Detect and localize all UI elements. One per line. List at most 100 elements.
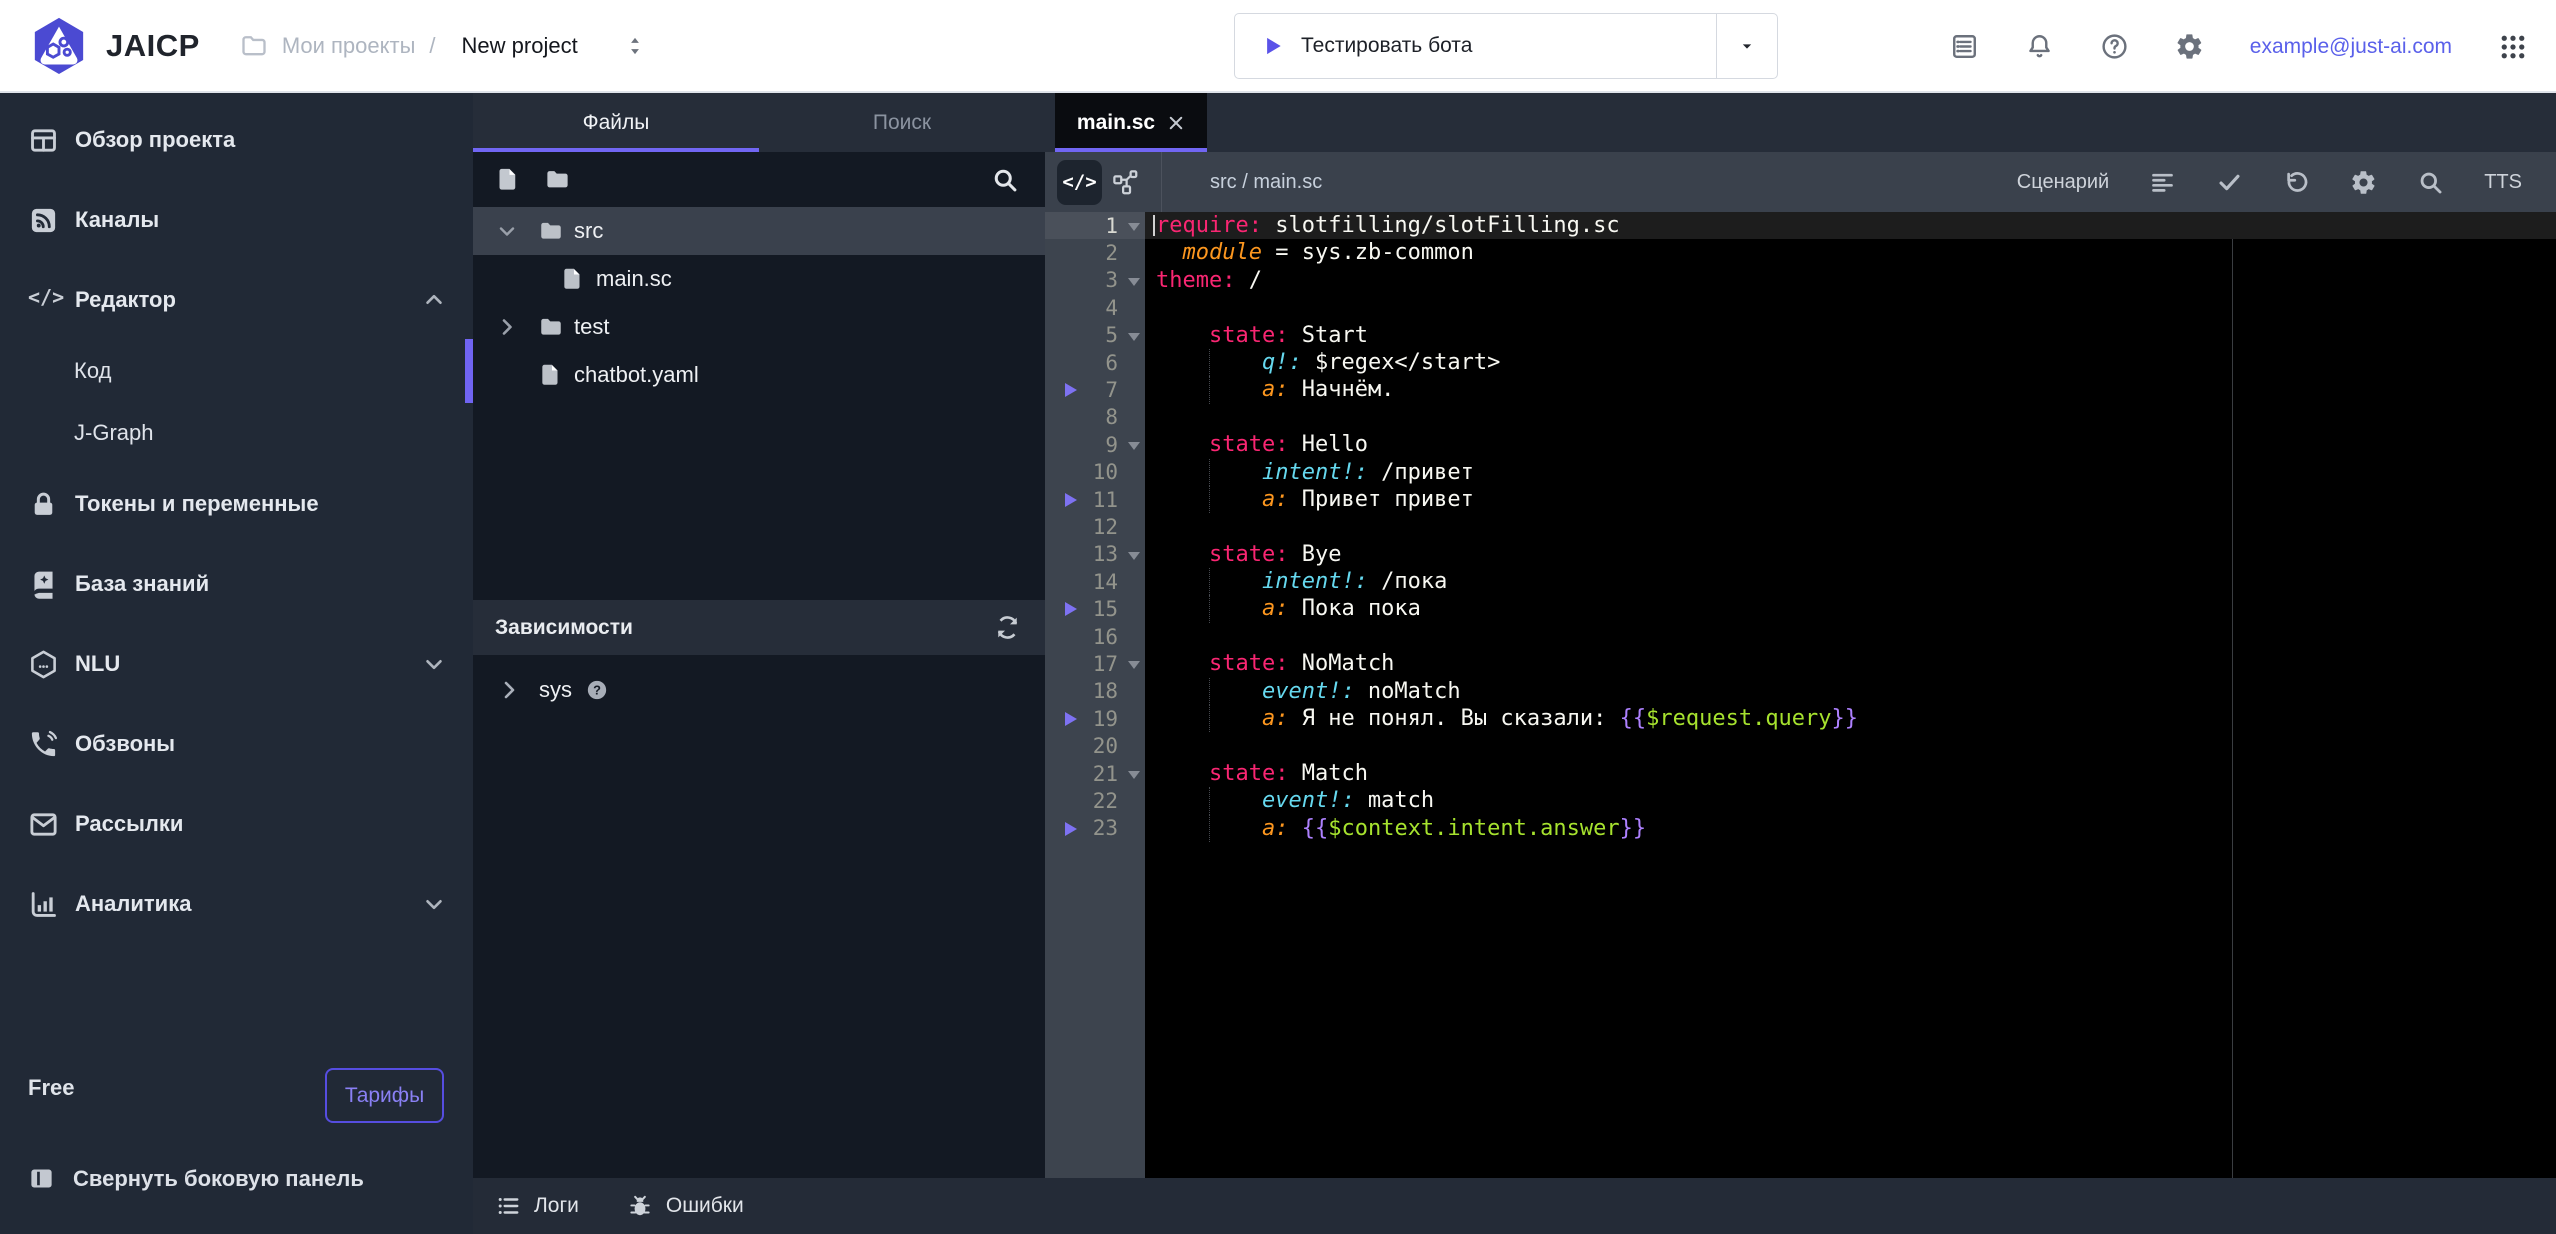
question-badge-icon[interactable]: ? <box>586 679 608 701</box>
chevron-right-icon[interactable] <box>497 678 521 702</box>
apps-grid-icon[interactable] <box>2498 32 2528 62</box>
code-view-button[interactable]: </> <box>1057 160 1102 205</box>
collapse-sidebar-button[interactable]: Свернуть боковую панель <box>28 1165 364 1192</box>
code-line-2[interactable]: module = sys.zb-common <box>1145 239 2556 266</box>
new-folder-icon[interactable] <box>544 166 571 193</box>
code-column[interactable]: require: slotfilling/slotFilling.sc modu… <box>1145 212 2556 1178</box>
bug-icon <box>627 1193 653 1219</box>
gutter-line-8: 8 <box>1045 404 1145 431</box>
fold-arrow-icon[interactable] <box>1128 278 1140 286</box>
editor-tab-main-sc[interactable]: main.sc <box>1055 93 1207 152</box>
sidebar-item-channels[interactable]: Каналы <box>0 180 473 260</box>
code-line-15[interactable]: a: Пока пока <box>1145 595 2556 622</box>
tab-search[interactable]: Поиск <box>759 93 1045 152</box>
test-bot-button[interactable]: Тестировать бота <box>1234 13 1778 79</box>
gear-icon[interactable] <box>2175 32 2204 61</box>
account-email[interactable]: example@just-ai.com <box>2250 35 2452 59</box>
bell-icon[interactable] <box>2025 32 2054 61</box>
code-line-17[interactable]: state: NoMatch <box>1145 650 2556 677</box>
folder-icon <box>538 218 564 244</box>
code-line-8[interactable] <box>1145 404 2556 431</box>
logs-button[interactable]: Логи <box>495 1193 579 1219</box>
code-line-1[interactable]: require: slotfilling/slotFilling.sc <box>1145 212 2556 239</box>
project-name[interactable]: New project <box>462 33 578 59</box>
jgraph-view-button[interactable] <box>1102 160 1147 205</box>
sidebar-item-analytics[interactable]: Аналитика <box>0 864 473 944</box>
tree-folder-test[interactable]: test <box>473 303 1045 351</box>
fold-arrow-icon[interactable] <box>1128 771 1140 779</box>
tariffs-button[interactable]: Тарифы <box>325 1068 444 1123</box>
code-line-9[interactable]: state: Hello <box>1145 431 2556 458</box>
code-line-10[interactable]: intent!: /привет <box>1145 459 2556 486</box>
chevron-up-icon <box>421 287 447 313</box>
sidebar-item-nlu[interactable]: NLU <box>0 624 473 704</box>
code-line-12[interactable] <box>1145 513 2556 540</box>
code-line-20[interactable] <box>1145 732 2556 759</box>
sidebar-item-calls[interactable]: Обзвоны <box>0 704 473 784</box>
tree-folder-src[interactable]: src <box>473 207 1045 255</box>
fold-arrow-icon[interactable] <box>1128 333 1140 341</box>
debug-marker-icon[interactable] <box>1065 822 1077 836</box>
line-number: 13 <box>1093 542 1118 566</box>
debug-marker-icon[interactable] <box>1065 712 1077 726</box>
dependency-sys[interactable]: sys ? <box>473 663 1045 717</box>
sidebar-item-code[interactable]: Код <box>0 340 473 402</box>
fold-arrow-icon[interactable] <box>1128 223 1140 231</box>
tts-button[interactable]: TTS <box>2484 171 2522 194</box>
format-icon[interactable] <box>2149 169 2176 196</box>
editor-settings-icon[interactable] <box>2350 169 2377 196</box>
dependency-label: sys <box>539 677 572 703</box>
tab-files[interactable]: Файлы <box>473 93 759 152</box>
fold-arrow-icon[interactable] <box>1128 661 1140 669</box>
brand-name: JAICP <box>106 28 200 64</box>
code-line-21[interactable]: state: Match <box>1145 760 2556 787</box>
code-line-13[interactable]: state: Bye <box>1145 541 2556 568</box>
errors-button[interactable]: Ошибки <box>627 1193 744 1219</box>
code-line-16[interactable] <box>1145 623 2556 650</box>
code-line-19[interactable]: a: Я не понял. Вы сказали: {{$request.qu… <box>1145 705 2556 732</box>
code-line-23[interactable]: a: {{$context.intent.answer}} <box>1145 815 2556 842</box>
debug-marker-icon[interactable] <box>1065 493 1077 507</box>
code-line-5[interactable]: state: Start <box>1145 322 2556 349</box>
sidebar-item-mailings[interactable]: Рассылки <box>0 784 473 864</box>
code-line-3[interactable]: theme: / <box>1145 267 2556 294</box>
code-line-14[interactable]: intent!: /пока <box>1145 568 2556 595</box>
code-line-7[interactable]: a: Начнём. <box>1145 376 2556 403</box>
validate-check-icon[interactable] <box>2216 169 2243 196</box>
breadcrumb-projects[interactable]: Мои проекты <box>282 33 416 59</box>
code-line-18[interactable]: event!: noMatch <box>1145 678 2556 705</box>
sync-icon[interactable] <box>994 614 1021 641</box>
fold-arrow-icon[interactable] <box>1128 552 1140 560</box>
code-line-22[interactable]: event!: match <box>1145 787 2556 814</box>
toolbar-divider <box>1161 152 1162 212</box>
book-icon <box>28 569 59 600</box>
sidebar-item-j-graph[interactable]: J-Graph <box>0 402 473 464</box>
tree-file-main-sc[interactable]: main.sc <box>473 255 1045 303</box>
code-line-4[interactable] <box>1145 294 2556 321</box>
new-file-icon[interactable] <box>495 166 522 193</box>
undo-icon[interactable] <box>2283 169 2310 196</box>
tree-file-chatbot-yaml[interactable]: chatbot.yaml <box>473 351 1045 399</box>
sidebar-item-tokens[interactable]: Токены и переменные <box>0 464 473 544</box>
brand[interactable]: JAICP <box>30 16 200 76</box>
chevron-down-icon[interactable] <box>495 219 519 243</box>
fold-arrow-icon[interactable] <box>1128 442 1140 450</box>
file-icon <box>560 266 586 292</box>
debug-marker-icon[interactable] <box>1065 602 1077 616</box>
help-icon[interactable] <box>2100 32 2129 61</box>
sidebar-item-knowledge-base[interactable]: База знаний <box>0 544 473 624</box>
editor-search-icon[interactable] <box>2417 169 2444 196</box>
journal-icon[interactable] <box>1950 32 1979 61</box>
project-select-arrows-icon[interactable] <box>622 33 648 59</box>
code-line-11[interactable]: a: Привет привет <box>1145 486 2556 513</box>
search-files-icon[interactable] <box>991 166 1019 194</box>
close-tab-icon[interactable] <box>1167 114 1185 132</box>
chevron-right-icon[interactable] <box>495 315 519 339</box>
sidebar: Обзор проектаКаналы</>РедакторКодJ-Graph… <box>0 93 473 1234</box>
code-line-6[interactable]: q!: $regex</start> <box>1145 349 2556 376</box>
sidebar-item-editor[interactable]: </>Редактор <box>0 260 473 340</box>
line-number: 1 <box>1105 214 1118 238</box>
sidebar-item-project-overview[interactable]: Обзор проекта <box>0 100 473 180</box>
debug-marker-icon[interactable] <box>1065 383 1077 397</box>
chevron-down-icon[interactable] <box>1737 36 1757 56</box>
